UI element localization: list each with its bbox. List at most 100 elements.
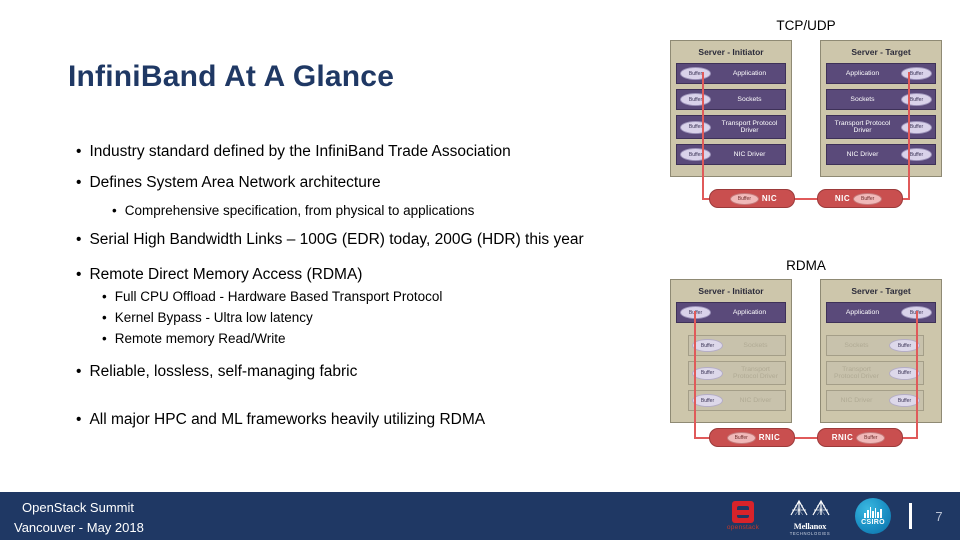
bullet-glyph-icon: • [76,411,82,429]
layer-application: Buffer Application [676,302,786,323]
nic-target: Buffer NIC [817,189,903,208]
tcp-udp-diagram: TCP/UDP Server - Initiator Buffer Applic… [664,18,948,208]
buffer-badge: Buffer [856,431,886,444]
footer-logo-group: openstack Mellanox TECHNOLOGIES CSIRO 7 [721,492,948,540]
tcp-target-server: Server - Target Buffer Application Buffe… [820,40,942,177]
layer-application: Buffer Application [826,63,936,84]
rdma-nic-row: Buffer RNIC Buffer RNIC [664,428,948,447]
layer-transport-protocol-driver-bypassed: Buffer Transport Protocol Driver [826,361,924,385]
layer-label: Application [732,69,767,77]
bullet-list: • Industry standard defined by the Infin… [64,143,664,429]
buffer-badge: Buffer [692,339,723,352]
buffer-badge: Buffer [692,366,723,380]
tcp-initiator-server: Server - Initiator Buffer Application Bu… [670,40,792,177]
layer-label: Application [732,308,767,316]
buffer-badge: Buffer [901,93,932,106]
bullet-glyph-icon: • [76,362,82,380]
list-item: • Serial High Bandwidth Links – 100G (ED… [64,231,664,249]
layer-label: NIC Driver [733,150,766,158]
list-item: • Remote Direct Memory Access (RDMA) [64,266,664,284]
rnic-label: RNIC [758,433,781,442]
buffer-badge: Buffer [680,120,711,134]
openstack-mark-icon [732,501,754,523]
layer-label: Transport Protocol Driver [733,365,778,380]
buffer-badge: Buffer [726,431,756,444]
bullet-glyph-icon: • [102,330,107,346]
layer-application: Buffer Application [676,63,786,84]
server-title: Server - Target [851,286,911,296]
rnic-initiator: Buffer RNIC [709,428,795,447]
layer-label: NIC Driver [840,396,873,404]
layer-nic-driver: Buffer NIC Driver [676,144,786,165]
list-item-label: Defines System Area Network architecture [89,174,381,192]
buffer-badge: Buffer [853,192,883,205]
layer-nic-driver-bypassed: Buffer NIC Driver [688,390,786,411]
list-item: • Kernel Bypass - Ultra low latency [64,310,664,326]
list-item: • Remote memory Read/Write [64,331,664,347]
list-item-label: Full CPU Offload - Hardware Based Transp… [114,289,443,305]
layer-label: Sockets [844,341,869,349]
list-item-label: All major HPC and ML frameworks heavily … [89,411,486,429]
layer-label: Transport Protocol Driver [721,119,778,134]
csiro-wave-icon [864,506,882,518]
layer-transport-protocol-driver: Buffer Transport Protocol Driver [676,115,786,139]
layer-label: Sockets [743,341,768,349]
mellanox-logo-label: Mellanox [793,520,827,531]
list-item-label: Remote Direct Memory Access (RDMA) [89,265,363,283]
list-item-label: Serial High Bandwidth Links – 100G (EDR)… [89,231,584,249]
mellanox-logo-sublabel: TECHNOLOGIES [789,530,831,536]
flow-line-initiator [702,72,704,200]
server-title: Server - Target [851,47,911,57]
nic-label: NIC [834,194,851,203]
list-item-label: Comprehensive specification, from physic… [124,202,475,218]
rdma-diagram-label: RDMA [786,258,826,273]
layer-label: Transport Protocol Driver [834,365,879,380]
list-item: • Reliable, lossless, self-managing fabr… [64,363,664,381]
footer-divider [909,503,912,529]
mellanox-bridge-icon [790,499,830,515]
list-item: • Industry standard defined by the Infin… [64,143,664,161]
layer-sockets-bypassed: Buffer Sockets [826,335,924,356]
flow-line-initiator [694,311,696,439]
footer-event-location-date: Vancouver - May 2018 [14,520,144,536]
layer-label: Application [845,69,880,77]
flow-line-target [916,311,918,439]
bullet-glyph-icon: • [102,309,107,325]
layer-label: NIC Driver [846,150,879,158]
buffer-badge: Buffer [680,67,711,80]
list-item: • Comprehensive specification, from phys… [64,203,664,219]
layer-label: Sockets [737,95,762,103]
rnic-label: RNIC [831,433,854,442]
list-item-label: Remote memory Read/Write [114,330,286,346]
bullet-glyph-icon: • [76,174,82,192]
layer-transport-protocol-driver: Buffer Transport Protocol Driver [826,115,936,139]
bullet-glyph-icon: • [76,143,82,160]
layer-label: Transport Protocol Driver [834,119,891,134]
footer-bar: OpenStack Summit Vancouver - May 2018 op… [0,492,960,540]
layer-sockets: Buffer Sockets [826,89,936,110]
rdma-target-server: Server - Target Buffer Application Buffe… [820,279,942,423]
csiro-logo-label: CSIRO [861,518,885,526]
mellanox-logo: Mellanox TECHNOLOGIES [779,497,841,536]
list-item: • Full CPU Offload - Hardware Based Tran… [64,289,664,305]
server-title: Server - Initiator [698,286,764,296]
rdma-initiator-server: Server - Initiator Buffer Application Bu… [670,279,792,423]
openstack-logo: openstack [721,501,765,531]
layer-label: Application [845,308,880,316]
buffer-badge: Buffer [680,93,711,106]
openstack-logo-label: openstack [726,524,760,531]
buffer-badge: Buffer [901,148,932,161]
nic-initiator: Buffer NIC [709,189,795,208]
flow-line-target [908,72,910,200]
layer-nic-driver: Buffer NIC Driver [826,144,936,165]
page-title: InfiniBand At A Glance [68,60,395,93]
bullet-glyph-icon: • [112,202,117,218]
rdma-diagram: RDMA Server - Initiator Buffer Applicati… [664,258,948,447]
bullet-glyph-icon: • [102,289,107,305]
bullet-glyph-icon: • [76,265,82,283]
layer-nic-driver-bypassed: Buffer NIC Driver [826,390,924,411]
footer-event-name: OpenStack Summit [22,500,134,515]
layer-transport-protocol-driver-bypassed: Buffer Transport Protocol Driver [688,361,786,385]
